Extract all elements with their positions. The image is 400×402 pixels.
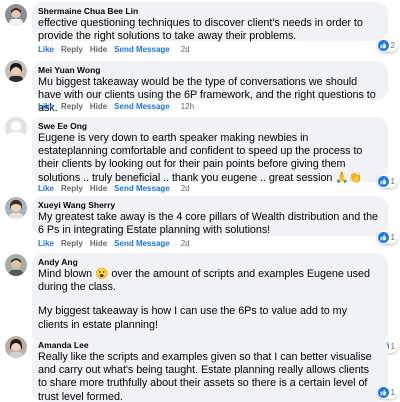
timestamp[interactable]: 2d: [181, 45, 190, 55]
comment-author[interactable]: Amanda Lee: [38, 339, 380, 351]
like-button[interactable]: Like: [38, 45, 54, 55]
avatar[interactable]: [5, 336, 27, 358]
hide-button[interactable]: Hide: [90, 45, 107, 55]
send-message-button[interactable]: Send Message: [114, 239, 170, 249]
hide-button[interactable]: Hide: [90, 184, 107, 194]
send-message-button[interactable]: Send Message: [114, 45, 170, 55]
comment-bubble: Xueyi Wang Sherry My greatest take away …: [32, 196, 388, 236]
like-reaction-icon: [377, 175, 389, 187]
comment-text: Really like the scripts and examples giv…: [38, 351, 372, 402]
like-button[interactable]: Like: [38, 102, 54, 112]
comment-bubble: Shermaine Chua Bee Lin effective questio…: [32, 2, 388, 43]
like-button[interactable]: Like: [38, 184, 54, 194]
comment-author[interactable]: Shermaine Chua Bee Lin: [38, 5, 380, 17]
comment-actions: Like Reply Hide Send Message 12h: [38, 102, 201, 112]
comment-author[interactable]: Mei Yuan Wong: [38, 64, 380, 76]
timestamp[interactable]: 2d: [181, 184, 190, 194]
avatar[interactable]: [5, 254, 27, 276]
comment-actions: Like Reply Hide Send Message 2d: [38, 239, 197, 249]
like-button[interactable]: Like: [38, 239, 54, 249]
timestamp[interactable]: 12h: [181, 102, 194, 112]
comment-actions: Like Reply Hide Send Message 2d: [38, 45, 197, 55]
send-message-button[interactable]: Send Message: [114, 184, 170, 194]
comment-author[interactable]: Swe Ee Ong: [38, 120, 380, 132]
comment-author[interactable]: Andy Ang: [38, 256, 380, 268]
hide-button[interactable]: Hide: [90, 239, 107, 249]
comment-bubble: Mei Yuan Wong Mu biggest takeaway would …: [32, 61, 388, 114]
reply-button[interactable]: Reply: [61, 45, 83, 55]
reaction-count[interactable]: 1: [376, 174, 398, 188]
comment-text: My greatest take away is the 4 core pill…: [38, 211, 378, 237]
comment-text: Mind blown 😮 over the amount of scripts …: [38, 268, 370, 294]
hide-button[interactable]: Hide: [90, 102, 107, 112]
avatar[interactable]: [5, 4, 27, 26]
send-message-button[interactable]: Send Message: [114, 102, 170, 112]
timestamp[interactable]: 2d: [181, 239, 190, 249]
reply-button[interactable]: Reply: [61, 239, 83, 249]
comment-text: effective questioning techniques to disc…: [38, 17, 363, 43]
reply-button[interactable]: Reply: [61, 102, 83, 112]
avatar[interactable]: [5, 197, 27, 219]
reply-button[interactable]: Reply: [61, 184, 83, 194]
like-reaction-icon: [377, 39, 389, 51]
reaction-count[interactable]: 1: [376, 385, 398, 399]
comment-text: My biggest takeaway is how I can use the…: [38, 305, 347, 331]
comment-bubble: Amanda Lee Really like the scripts and e…: [32, 336, 388, 402]
comment-bubble: Swe Ee Ong Eugene is very down to earth …: [32, 117, 388, 184]
avatar[interactable]: [5, 60, 27, 82]
like-reaction-icon: [377, 231, 389, 243]
comment-actions: Like Reply Hide Send Message 2d: [38, 184, 197, 194]
like-reaction-icon: [377, 386, 389, 398]
avatar[interactable]: [5, 117, 27, 139]
reaction-count[interactable]: 1: [376, 230, 398, 244]
comment-author[interactable]: Xueyi Wang Sherry: [38, 199, 380, 211]
comment-text: Eugene is very down to earth speaker mak…: [38, 132, 363, 184]
comment-bubble: Andy Ang Mind blown 😮 over the amount of…: [32, 253, 388, 345]
reaction-count[interactable]: 2: [376, 38, 398, 52]
